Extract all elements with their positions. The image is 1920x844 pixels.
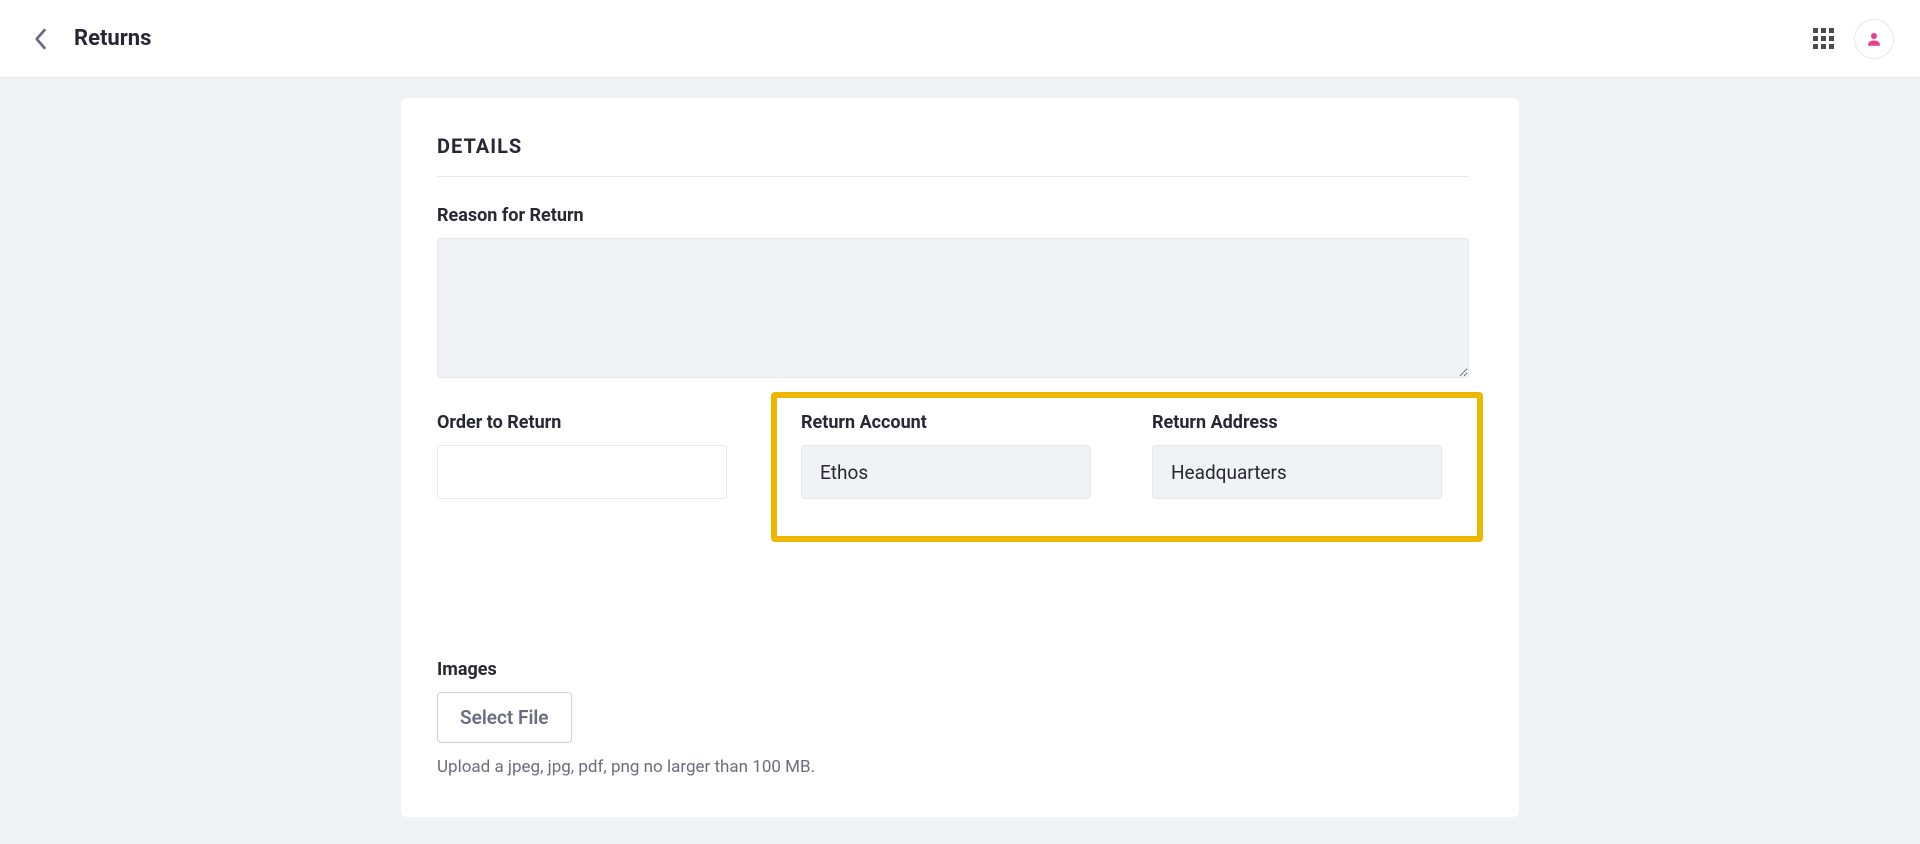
return-account-input[interactable] <box>801 445 1091 499</box>
return-address-field: Return Address <box>1152 412 1453 536</box>
chevron-left-icon <box>33 28 47 50</box>
return-address-label: Return Address <box>1152 412 1453 433</box>
header-right <box>1813 19 1894 59</box>
main-content: DETAILS Reason for Return Order to Retur… <box>0 78 1920 817</box>
fields-row: Order to Return Return Account Return Ad… <box>437 412 1469 499</box>
return-address-input[interactable] <box>1152 445 1442 499</box>
select-file-button[interactable]: Select File <box>437 692 572 743</box>
order-to-return-input[interactable] <box>437 445 727 499</box>
section-title: DETAILS <box>437 134 1469 177</box>
images-label: Images <box>437 659 1469 680</box>
return-account-label: Return Account <box>801 412 1102 433</box>
return-account-field: Return Account <box>801 412 1102 536</box>
apps-grid-icon <box>1813 28 1834 49</box>
back-button[interactable] <box>26 25 54 53</box>
upload-hint: Upload a jpeg, jpg, pdf, png no larger t… <box>437 757 1469 777</box>
reason-for-return-input[interactable] <box>437 238 1469 378</box>
page-title: Returns <box>74 26 151 51</box>
top-header: Returns <box>0 0 1920 78</box>
order-to-return-field: Order to Return <box>437 412 767 499</box>
highlighted-return-fields: Return Account Return Address <box>771 392 1483 542</box>
details-card: DETAILS Reason for Return Order to Retur… <box>401 98 1519 817</box>
order-to-return-label: Order to Return <box>437 412 767 433</box>
header-left: Returns <box>26 25 151 53</box>
apps-menu-button[interactable] <box>1813 28 1834 49</box>
user-avatar[interactable] <box>1854 19 1894 59</box>
images-section: Images Select File Upload a jpeg, jpg, p… <box>437 659 1469 777</box>
user-icon <box>1865 30 1883 48</box>
reason-label: Reason for Return <box>437 205 1469 226</box>
